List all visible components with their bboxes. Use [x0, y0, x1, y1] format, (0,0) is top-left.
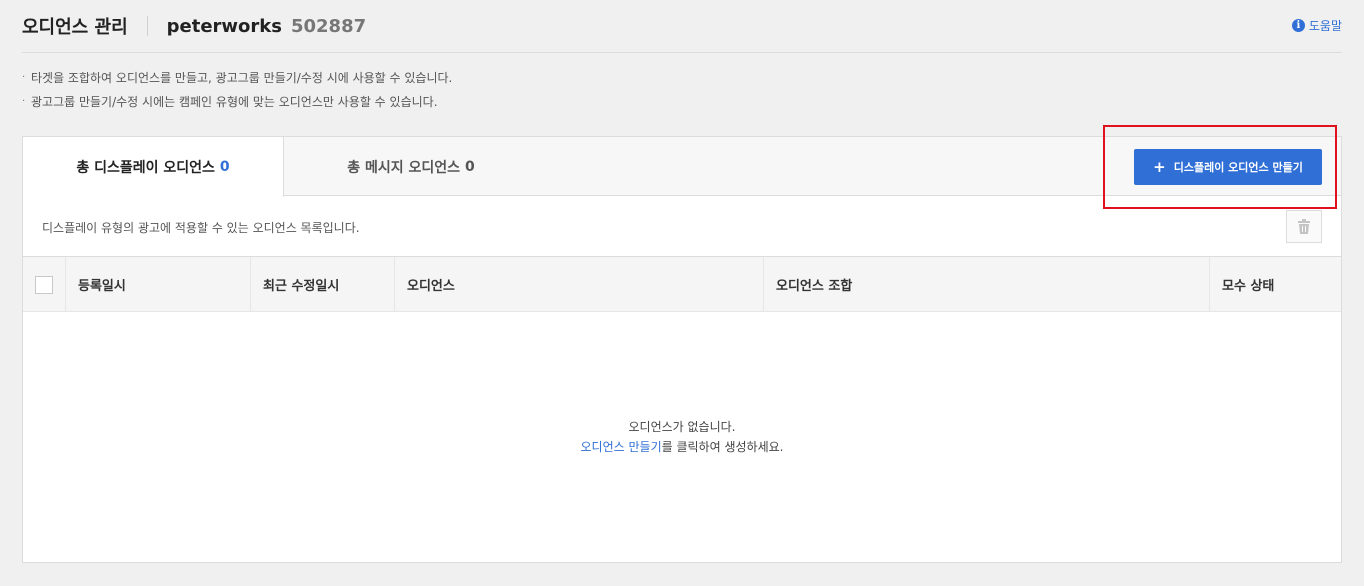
trash-icon [1298, 218, 1310, 234]
delete-button[interactable] [1286, 210, 1322, 243]
note-text: 타겟을 조합하여 오디언스를 만들고, 광고그룹 만들기/수정 시에 사용할 수… [31, 71, 453, 85]
audience-panel: 총 디스플레이 오디언스 0 총 메시지 오디언스 0 + 디스플레이 오디언스… [22, 125, 1342, 563]
column-header-population-status[interactable]: 모수 상태 [1209, 257, 1341, 312]
tab-display-audience[interactable]: 총 디스플레이 오디언스 0 [23, 137, 284, 197]
note-text: 광고그룹 만들기/수정 시에는 캠페인 유형에 맞는 오디언스만 사용할 수 있… [31, 95, 438, 109]
note-item: · 광고그룹 만들기/수정 시에는 캠페인 유형에 맞는 오디언스만 사용할 수… [22, 96, 452, 108]
tab-label: 총 메시지 오디언스 [347, 159, 461, 176]
empty-state: 오디언스가 없습니다. 오디언스 만들기를 클릭하여 생성하세요. [23, 417, 1341, 457]
plus-icon: + [1153, 158, 1166, 176]
select-all-checkbox[interactable] [35, 275, 53, 294]
header-divider [146, 16, 148, 36]
page-title: 오디언스 관리 [22, 17, 128, 38]
notes: · 타겟을 조합하여 오디언스를 만들고, 광고그룹 만들기/수정 시에 사용할… [22, 72, 452, 120]
tab-label: 총 디스플레이 오디언스 [76, 160, 215, 176]
tab-message-audience[interactable]: 총 메시지 오디언스 0 [285, 137, 537, 196]
empty-message: 오디언스가 없습니다. [628, 420, 736, 434]
tab-bar: 총 디스플레이 오디언스 0 총 메시지 오디언스 0 + 디스플레이 오디언스… [23, 125, 1341, 209]
column-header-combination[interactable]: 오디언스 조합 [763, 257, 1209, 312]
tab-count: 0 [219, 159, 230, 175]
info-icon: i [1291, 19, 1305, 32]
list-description: 디스플레이 유형의 광고에 적용할 수 있는 오디언스 목록입니다. [42, 221, 360, 235]
tab-count: 0 [465, 158, 475, 175]
help-label: 도움말 [1308, 19, 1342, 33]
column-header-audience[interactable]: 오디언스 [394, 257, 763, 312]
column-header-created[interactable]: 등록일시 [65, 257, 250, 312]
column-header-modified[interactable]: 최근 수정일시 [250, 257, 394, 312]
create-button-label: 디스플레이 오디언스 만들기 [1173, 161, 1303, 174]
note-bullet: · [22, 72, 26, 83]
select-all-cell [23, 257, 65, 312]
empty-hint: 오디언스 만들기를 클릭하여 생성하세요. [23, 437, 1341, 457]
account-name: peterworks [166, 15, 282, 37]
account-id: 502887 [290, 15, 367, 37]
help-link[interactable]: i 도움말 [1291, 17, 1342, 34]
note-bullet: · [22, 96, 26, 107]
note-item: · 타겟을 조합하여 오디언스를 만들고, 광고그룹 만들기/수정 시에 사용할… [22, 72, 452, 84]
page-header: 오디언스 관리 peterworks 502887 i 도움말 [22, 0, 1342, 53]
create-audience-link[interactable]: 오디언스 만들기 [581, 440, 662, 454]
empty-hint-suffix: 를 클릭하여 생성하세요. [661, 440, 784, 454]
table-header: 등록일시 최근 수정일시 오디언스 오디언스 조합 모수 상태 [23, 256, 1341, 312]
create-display-audience-button[interactable]: + 디스플레이 오디언스 만들기 [1134, 149, 1322, 185]
